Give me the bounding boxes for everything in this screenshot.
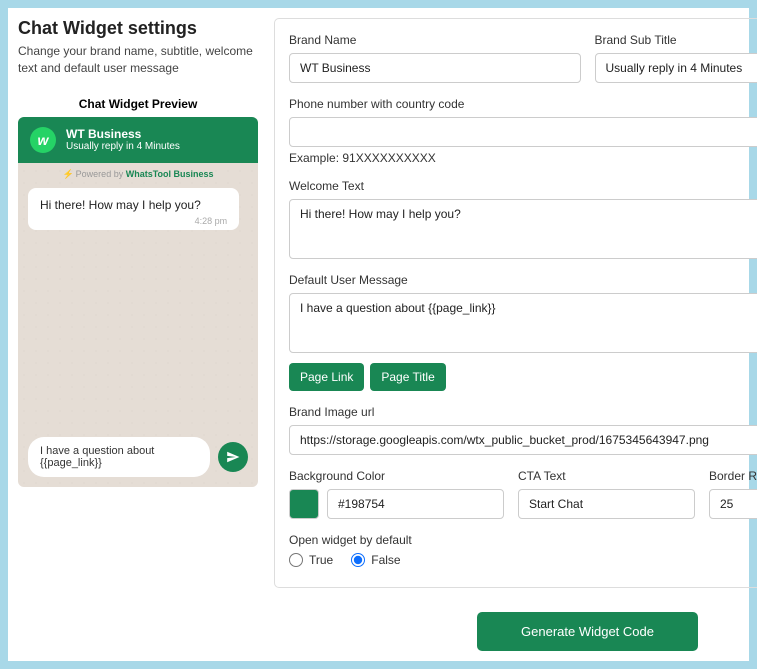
preview-brand-name: WT Business — [66, 127, 180, 141]
chat-preview: w WT Business Usually reply in 4 Minutes… — [18, 117, 258, 487]
brand-img-input[interactable] — [289, 425, 757, 455]
preview-header: w WT Business Usually reply in 4 Minutes — [18, 117, 258, 163]
brand-img-label: Brand Image url — [289, 405, 757, 419]
open-default-label: Open widget by default — [289, 533, 757, 547]
brand-name-input[interactable] — [289, 53, 581, 83]
radio-false-input[interactable] — [351, 553, 365, 567]
page-link-button[interactable]: Page Link — [289, 363, 364, 391]
page-subtitle: Change your brand name, subtitle, welcom… — [18, 43, 258, 77]
default-msg-label: Default User Message — [289, 273, 757, 287]
powered-by: ⚡Powered by WhatsTool Business — [18, 163, 258, 188]
brand-sub-input[interactable] — [595, 53, 757, 83]
cta-input[interactable] — [518, 489, 695, 519]
phone-input[interactable] — [289, 117, 757, 147]
send-icon — [226, 450, 240, 464]
radio-false-option[interactable]: False — [351, 553, 400, 567]
radio-true-input[interactable] — [289, 553, 303, 567]
avatar-icon: w — [30, 127, 56, 153]
radio-true-option[interactable]: True — [289, 553, 333, 567]
default-msg-textarea[interactable] — [289, 293, 757, 353]
page-title: Chat Widget settings — [18, 18, 258, 39]
bubble-text: Hi there! How may I help you? — [40, 198, 227, 212]
preview-brand-sub: Usually reply in 4 Minutes — [66, 141, 180, 152]
radius-input[interactable] — [709, 489, 757, 519]
cta-label: CTA Text — [518, 469, 695, 483]
phone-hint: Example: 91XXXXXXXXXX — [289, 151, 757, 165]
radio-false-label: False — [371, 553, 400, 567]
brand-name-label: Brand Name — [289, 33, 581, 47]
brand-sub-label: Brand Sub Title — [595, 33, 757, 47]
bg-color-label: Background Color — [289, 469, 504, 483]
generate-widget-button[interactable]: Generate Widget Code — [477, 612, 698, 651]
preview-input-field: I have a question about {{page_link}} — [28, 437, 210, 477]
color-swatch[interactable] — [289, 489, 319, 519]
page-title-button[interactable]: Page Title — [370, 363, 445, 391]
send-button[interactable] — [218, 442, 248, 472]
radius-label: Border Radius(px) — [709, 469, 757, 483]
welcome-label: Welcome Text — [289, 179, 757, 193]
bg-color-input[interactable] — [327, 489, 504, 519]
welcome-textarea[interactable] — [289, 199, 757, 259]
bubble-time: 4:28 pm — [40, 216, 227, 226]
radio-true-label: True — [309, 553, 333, 567]
phone-label: Phone number with country code — [289, 97, 757, 111]
preview-message-bubble: Hi there! How may I help you? 4:28 pm — [28, 188, 239, 230]
preview-heading: Chat Widget Preview — [18, 97, 258, 111]
